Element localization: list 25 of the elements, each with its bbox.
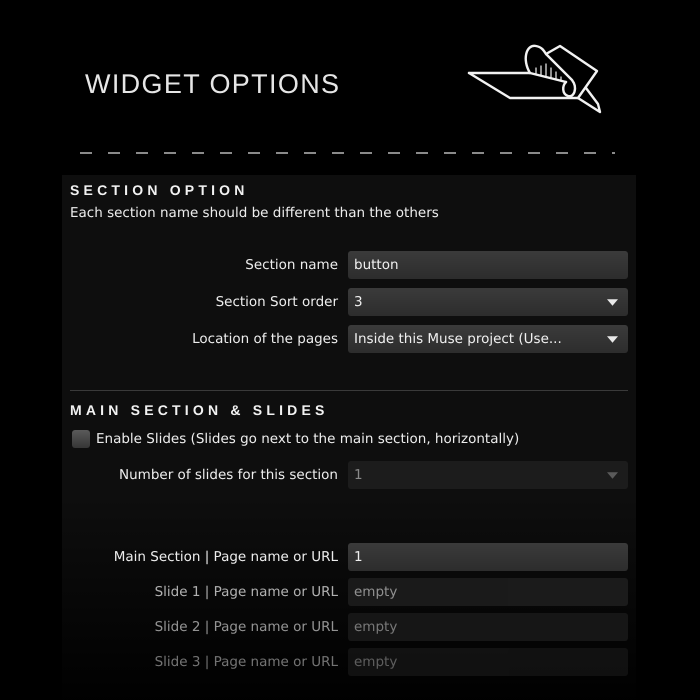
field-label: Slide 1 | Page name or URL (154, 583, 338, 602)
checkbox-label: Enable Slides (Slides go next to the main section, horizontally) (96, 430, 520, 449)
field-label: Main Section | Page name or URL (112, 548, 338, 568)
text-field[interactable]: button (348, 251, 628, 279)
peeling-sheet-icon (466, 42, 602, 114)
field-label: Number of slides for this section (118, 466, 338, 486)
text-field[interactable]: empty (348, 578, 628, 606)
dropdown-caret-icon (607, 298, 618, 306)
dropdown[interactable]: Inside this Muse project (Use... (348, 325, 628, 353)
section-heading: SECTION OPTION (70, 181, 250, 200)
checkbox[interactable] (72, 430, 90, 448)
field-label: Slide 3 | Page name or URL (154, 653, 338, 672)
field-label: Slide 2 | Page name or URL (154, 618, 338, 638)
text-field[interactable]: empty (348, 648, 628, 676)
dropdown-caret-icon (607, 472, 618, 479)
field-label: Section name (244, 256, 338, 275)
section-heading: MAIN SECTION & SLIDES (70, 401, 330, 420)
dropdown-caret-icon (607, 336, 618, 342)
text-field[interactable]: empty (348, 613, 628, 642)
section-note: Each section name should be different than the others (70, 204, 440, 223)
page-title: WIDGET OPTIONS (85, 68, 340, 100)
dropdown[interactable]: 3 (348, 288, 628, 316)
field-label: Section Sort order (214, 292, 338, 312)
text-field[interactable]: 1 (348, 543, 628, 572)
field-label: Location of the pages (191, 330, 338, 349)
